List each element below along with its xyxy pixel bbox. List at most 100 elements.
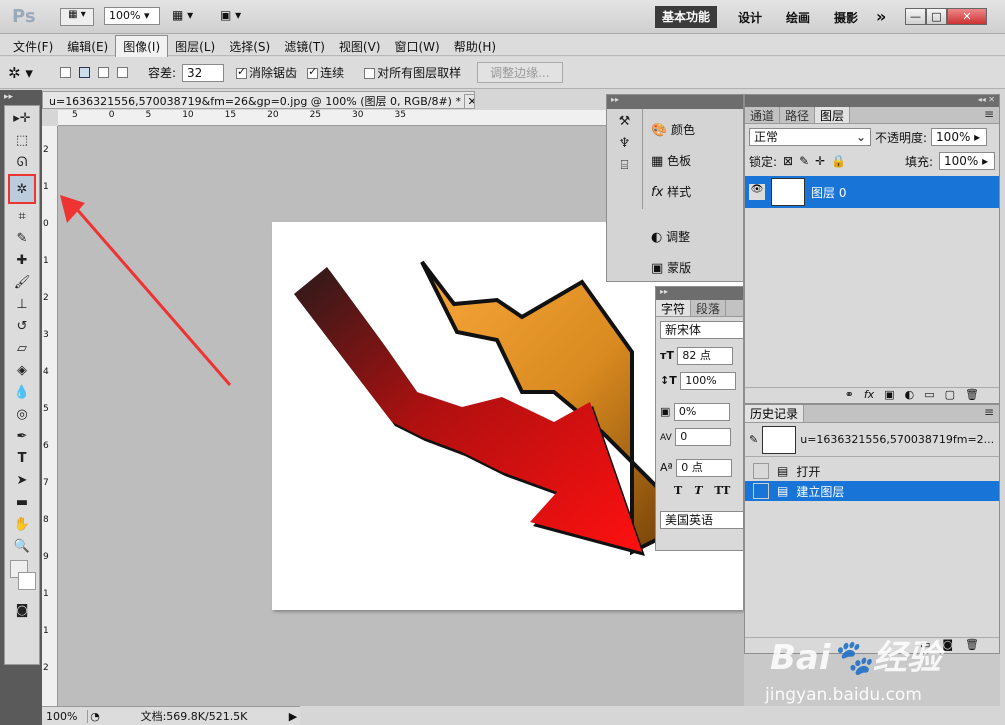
dock-item-swatches[interactable]: ▦ 色板 <box>651 146 743 177</box>
panel-menu-icon[interactable]: ≡ <box>979 107 999 123</box>
maximize-button[interactable]: □ <box>926 8 947 25</box>
dodge-tool-icon[interactable]: ◎ <box>8 404 36 424</box>
menu-file[interactable]: 文件(F) <box>6 36 60 57</box>
dock-item-adjustments[interactable]: ◐ 调整 <box>651 222 743 253</box>
tab-character[interactable]: 字符 <box>656 300 692 316</box>
spot-heal-tool-icon[interactable]: ✚ <box>8 250 36 270</box>
tolerance-input[interactable]: 32 <box>182 63 225 82</box>
selection-mode-intersect-icon[interactable] <box>117 67 128 78</box>
new-snapshot-icon[interactable]: ◙ <box>942 638 953 653</box>
lasso-tool-icon[interactable]: ᘏ <box>8 152 36 172</box>
move-tool-icon[interactable]: ▸✛ <box>8 108 36 128</box>
quick-mask-icon[interactable]: ◙ <box>8 600 36 620</box>
link-layers-icon[interactable]: ⚭ <box>845 388 854 403</box>
type-tool-icon[interactable]: T <box>8 448 36 468</box>
layers-panel-header[interactable]: ◂◂ ✕ <box>745 95 999 107</box>
screen-mode-button[interactable]: ▣ ▾ <box>220 8 256 26</box>
paint-bucket-tool-icon[interactable]: ◈ <box>8 360 36 380</box>
pen-tool-icon[interactable]: ✒ <box>8 426 36 446</box>
new-layer-icon[interactable]: ▢ <box>945 388 955 403</box>
baseline-input[interactable]: 0 点 <box>676 459 733 477</box>
selection-mode-new-icon[interactable] <box>60 67 71 78</box>
history-snapshot[interactable]: ✎ u=1636321556,570038719fm=2... <box>745 423 999 457</box>
leading-input[interactable]: 100% <box>680 372 737 390</box>
lock-position-icon[interactable]: ✛ <box>815 154 825 168</box>
menu-window[interactable]: 窗口(W) <box>387 36 446 57</box>
menu-image[interactable]: 图像(I) <box>115 35 169 58</box>
layer-style-icon[interactable]: fx <box>864 388 874 403</box>
tab-paths[interactable]: 路径 <box>780 107 816 123</box>
history-item[interactable]: ▤ 打开 <box>745 461 999 481</box>
blur-tool-icon[interactable]: 💧 <box>8 382 36 402</box>
workspace-design[interactable]: 设计 <box>738 9 762 26</box>
crop-tool-icon[interactable]: ⌗ <box>8 206 36 226</box>
refine-edge-button[interactable]: 调整边缘... <box>477 62 563 83</box>
path-select-tool-icon[interactable]: ➤ <box>8 470 36 490</box>
font-family-select[interactable]: 新宋体 <box>660 321 744 339</box>
layer-visibility-eye-icon[interactable]: 👁 <box>749 184 765 200</box>
menu-filter[interactable]: 滤镜(T) <box>277 36 332 57</box>
contiguous-checkbox[interactable]: 连续 <box>307 64 344 81</box>
blend-mode-select[interactable]: 正常 ⌄ <box>749 128 871 146</box>
shape-tool-icon[interactable]: ▬ <box>8 492 36 512</box>
new-group-icon[interactable]: ▭ <box>924 388 934 403</box>
workspace-painting[interactable]: 绘画 <box>786 9 810 26</box>
close-window-button[interactable]: ✕ <box>947 8 987 25</box>
zoom-select[interactable]: 100% ▾ <box>104 7 160 25</box>
tab-channels[interactable]: 通道 <box>745 107 781 123</box>
faux-italic-button[interactable]: T <box>694 484 702 497</box>
lock-pixels-icon[interactable]: ✎ <box>799 154 809 168</box>
menu-view[interactable]: 视图(V) <box>332 36 388 57</box>
document-tab[interactable]: u=1636321556,570038719&fm=26&gp=0.jpg @ … <box>42 91 475 109</box>
history-source-box[interactable] <box>753 483 769 499</box>
tab-paragraph[interactable]: 段落 <box>691 300 727 316</box>
dock-item-styles[interactable]: fx 样式 <box>651 177 743 208</box>
scale-input[interactable]: 0% <box>673 403 730 421</box>
eyedropper-tool-icon[interactable]: ✎ <box>8 228 36 248</box>
status-zoom[interactable]: 100% <box>42 709 88 723</box>
add-mask-icon[interactable]: ▣ <box>884 388 894 403</box>
minimize-button[interactable]: — <box>905 8 926 25</box>
hand-tool-icon[interactable]: ✋ <box>8 514 36 534</box>
brush-preset-icon[interactable]: ⚒ <box>611 111 639 131</box>
stamp-tool-icon[interactable]: ⊥ <box>8 294 36 314</box>
magic-wand-preset-icon[interactable]: ✲ ▾ <box>8 64 48 82</box>
workspace-photography[interactable]: 摄影 <box>834 9 858 26</box>
magic-wand-tool-icon[interactable]: ✲ <box>8 174 36 204</box>
color-swatches-icon[interactable] <box>8 558 36 598</box>
arrange-docs-button[interactable]: ▦ ▾ <box>172 8 208 26</box>
history-source-box[interactable] <box>753 463 769 479</box>
layer-row[interactable]: 👁 图层 0 <box>745 176 999 208</box>
language-select[interactable]: 美国英语 <box>660 511 744 529</box>
clone-source-icon[interactable]: ♆ <box>611 133 639 153</box>
status-menu-arrow-icon[interactable]: ▶ <box>286 710 300 723</box>
document-close-icon[interactable]: ✕ <box>464 94 474 108</box>
all-caps-button[interactable]: TT <box>714 484 730 497</box>
menu-layer[interactable]: 图层(L) <box>168 36 222 57</box>
history-item-selected[interactable]: ▤ 建立图层 <box>745 481 999 501</box>
delete-layer-icon[interactable]: 🗑 <box>965 388 979 403</box>
font-size-input[interactable]: 82 点 <box>677 347 734 365</box>
delete-state-icon[interactable]: 🗑 <box>965 638 979 653</box>
faux-bold-button[interactable]: T <box>674 484 682 497</box>
zoom-tool-icon[interactable]: 🔍 <box>8 536 36 556</box>
toolbox-collapse-icon[interactable]: ▸▸ <box>4 92 13 102</box>
selection-mode-add-icon[interactable] <box>79 67 90 78</box>
view-mode-button[interactable]: ▦ ▾ <box>60 8 94 26</box>
history-brush-tool-icon[interactable]: ↺ <box>8 316 36 336</box>
eraser-tool-icon[interactable]: ▱ <box>8 338 36 358</box>
char-panel-header[interactable]: ▸▸ <box>656 287 743 300</box>
tab-layers[interactable]: 图层 <box>815 107 851 123</box>
fill-input[interactable]: 100% ▸ <box>939 152 995 170</box>
dock-item-masks[interactable]: ▣ 蒙版 <box>651 253 743 284</box>
sample-all-layers-checkbox[interactable]: 对所有图层取样 <box>364 64 461 81</box>
brush-tool-icon[interactable]: 🖌 <box>8 272 36 292</box>
tab-history[interactable]: 历史记录 <box>745 405 805 422</box>
dock-item-color[interactable]: 🎨 颜色 <box>651 115 743 146</box>
lock-transparent-icon[interactable]: ⊠ <box>783 154 793 168</box>
dock-header[interactable]: ▸▸ <box>607 95 743 109</box>
selection-mode-subtract-icon[interactable] <box>98 67 109 78</box>
more-workspaces-icon[interactable]: » <box>876 7 886 26</box>
menu-edit[interactable]: 编辑(E) <box>60 36 115 57</box>
lock-all-icon[interactable]: 🔒 <box>831 154 846 168</box>
